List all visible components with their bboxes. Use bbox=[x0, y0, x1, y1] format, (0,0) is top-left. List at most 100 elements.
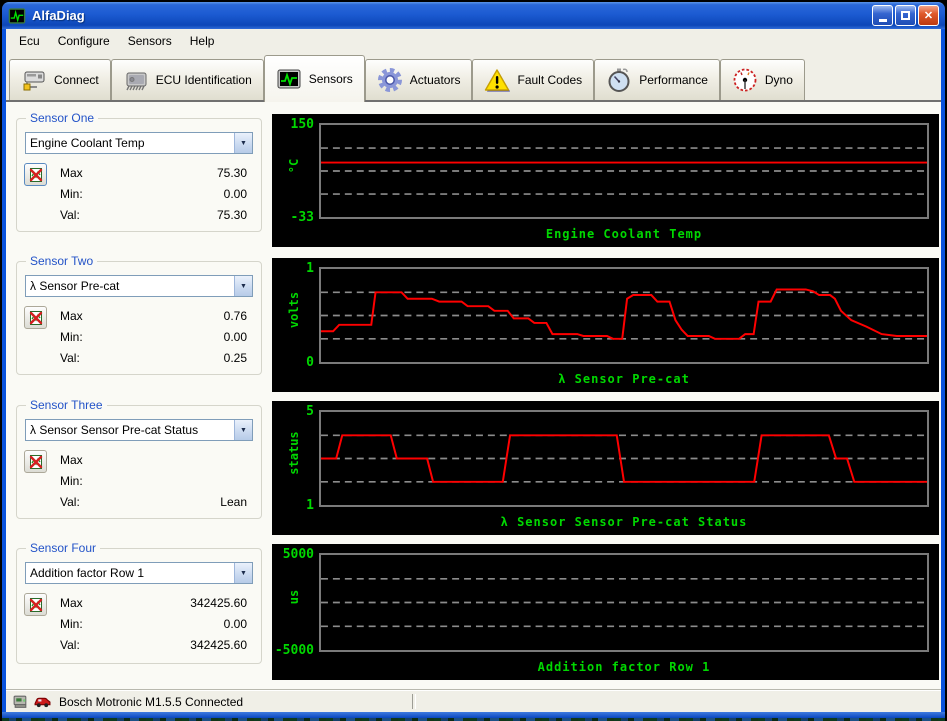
chevron-down-icon[interactable]: ▼ bbox=[234, 563, 252, 583]
sensor-four-group: Sensor Four Addition factor Row 1 ▼ Max 3… bbox=[16, 541, 262, 664]
min-label: Min: bbox=[60, 330, 83, 344]
y-axis-min-label: 1 bbox=[306, 498, 314, 513]
chip-icon bbox=[123, 67, 149, 93]
y-axis-max-label: 5000 bbox=[282, 547, 314, 562]
tab-connect[interactable]: Connect bbox=[9, 59, 111, 100]
max-label: Max bbox=[60, 453, 83, 467]
sensor-two-group: Sensor Two λ Sensor Pre-cat ▼ Max 0.76 Mi… bbox=[16, 254, 262, 375]
y-axis-min-label: -33 bbox=[290, 210, 314, 225]
chart-addition-factor: 5000 us -5000 Addition factor Row 1 bbox=[272, 544, 939, 680]
tab-actuators[interactable]: Actuators bbox=[364, 59, 473, 100]
tab-fault-codes[interactable]: Fault Codes bbox=[472, 59, 595, 100]
val-value: 342425.60 bbox=[190, 638, 247, 652]
max-value bbox=[132, 450, 247, 471]
min-value bbox=[132, 471, 247, 492]
menu-sensors[interactable]: Sensors bbox=[119, 31, 181, 51]
menubar: Ecu Configure Sensors Help bbox=[6, 29, 941, 53]
max-label: Max bbox=[60, 596, 83, 610]
chart-title: λ Sensor Sensor Pre-cat Status bbox=[500, 515, 748, 529]
screen: AlfaDiag ✕ Ecu Configure Sensors Help Co… bbox=[0, 0, 947, 721]
chart-engine-coolant-temp: 150 °C -33 Engine Coolant Temp bbox=[272, 114, 939, 247]
clear-graph-button[interactable] bbox=[24, 593, 47, 616]
min-label: Min: bbox=[60, 187, 83, 201]
close-button[interactable]: ✕ bbox=[918, 5, 939, 26]
tab-label: Performance bbox=[639, 73, 708, 87]
y-axis-unit-label: °C bbox=[287, 158, 301, 173]
selected-sensor: Addition factor Row 1 bbox=[30, 566, 145, 580]
gear-icon bbox=[377, 67, 403, 93]
val-value: 0.25 bbox=[223, 351, 247, 365]
tab-label: Sensors bbox=[308, 72, 353, 86]
connection-status: Bosch Motronic M1.5.5 Connected bbox=[59, 694, 244, 709]
chart-plot bbox=[319, 123, 929, 219]
minimize-button[interactable] bbox=[872, 5, 893, 26]
toolbar: Connect ECU Identification Sensors Actua… bbox=[6, 53, 941, 102]
chart-title: Engine Coolant Temp bbox=[545, 227, 703, 241]
sensor-three-select[interactable]: λ Sensor Sensor Pre-cat Status ▼ bbox=[25, 419, 253, 441]
y-axis-max-label: 5 bbox=[306, 404, 314, 419]
chart-plot bbox=[319, 553, 929, 652]
sensor-one-select[interactable]: Engine Coolant Temp ▼ bbox=[25, 132, 253, 154]
chart-title: λ Sensor Pre-cat bbox=[558, 372, 690, 386]
maximize-button[interactable] bbox=[895, 5, 916, 26]
sensor-three-group: Sensor Three λ Sensor Sensor Pre-cat Sta… bbox=[16, 398, 262, 519]
group-label: Sensor Four bbox=[26, 541, 101, 555]
warning-icon bbox=[484, 67, 511, 93]
sensor-two-select[interactable]: λ Sensor Pre-cat ▼ bbox=[25, 275, 253, 297]
y-axis-max-label: 150 bbox=[290, 117, 314, 132]
min-value: 0.00 bbox=[223, 330, 247, 344]
y-axis-min-label: 0 bbox=[306, 355, 314, 370]
val-label: Val: bbox=[60, 495, 80, 509]
connector-icon bbox=[21, 67, 47, 93]
car-icon bbox=[34, 693, 51, 710]
min-label: Min: bbox=[60, 617, 83, 631]
chart-plot bbox=[319, 410, 929, 507]
val-label: Val: bbox=[60, 351, 80, 365]
tab-label: Dyno bbox=[764, 73, 793, 87]
clear-graph-icon bbox=[29, 454, 42, 469]
clear-graph-button[interactable] bbox=[24, 306, 47, 329]
val-label: Val: bbox=[60, 638, 80, 652]
statusbar: Bosch Motronic M1.5.5 Connected bbox=[6, 690, 941, 712]
main-area: Sensor One Engine Coolant Temp ▼ Max 75.3… bbox=[6, 102, 941, 690]
selected-sensor: λ Sensor Sensor Pre-cat Status bbox=[30, 423, 199, 437]
min-value: 0.00 bbox=[223, 617, 247, 631]
tab-performance[interactable]: Performance bbox=[594, 59, 720, 100]
scope-icon bbox=[276, 66, 302, 92]
clear-graph-button[interactable] bbox=[24, 163, 47, 186]
max-label: Max bbox=[60, 166, 83, 180]
device-icon bbox=[12, 693, 29, 710]
y-axis-max-label: 1 bbox=[306, 261, 314, 276]
selected-sensor: λ Sensor Pre-cat bbox=[30, 279, 120, 293]
tab-sensors[interactable]: Sensors bbox=[263, 55, 365, 102]
menu-help[interactable]: Help bbox=[181, 31, 224, 51]
y-axis-min-label: -5000 bbox=[274, 643, 314, 658]
max-value: 342425.60 bbox=[190, 596, 247, 610]
tab-dyno[interactable]: Dyno bbox=[719, 59, 805, 100]
tab-ecu-identification[interactable]: ECU Identification bbox=[110, 59, 264, 100]
clear-graph-button[interactable] bbox=[24, 450, 47, 473]
chart-plot bbox=[319, 267, 929, 364]
y-axis-unit-label: us bbox=[287, 589, 301, 605]
titlebar: AlfaDiag ✕ bbox=[2, 2, 945, 29]
val-label: Val: bbox=[60, 208, 80, 222]
menu-ecu[interactable]: Ecu bbox=[10, 31, 49, 51]
app-window: AlfaDiag ✕ Ecu Configure Sensors Help Co… bbox=[2, 2, 945, 721]
chevron-down-icon[interactable]: ▼ bbox=[234, 420, 252, 440]
status-divider bbox=[412, 694, 416, 709]
clear-graph-icon bbox=[29, 167, 42, 182]
y-axis-unit-label: volts bbox=[287, 291, 301, 329]
clear-graph-icon bbox=[29, 597, 42, 612]
chevron-down-icon[interactable]: ▼ bbox=[234, 276, 252, 296]
chevron-down-icon[interactable]: ▼ bbox=[234, 133, 252, 153]
stopwatch-icon bbox=[606, 67, 632, 93]
max-label: Max bbox=[60, 309, 83, 323]
y-axis-unit-label: status bbox=[287, 431, 301, 475]
tab-label: ECU Identification bbox=[155, 73, 252, 87]
app-icon bbox=[8, 7, 26, 25]
min-value: 0.00 bbox=[223, 187, 247, 201]
sensor-four-select[interactable]: Addition factor Row 1 ▼ bbox=[25, 562, 253, 584]
group-label: Sensor Two bbox=[26, 254, 98, 268]
menu-configure[interactable]: Configure bbox=[49, 31, 119, 51]
gauge-icon bbox=[732, 67, 758, 93]
